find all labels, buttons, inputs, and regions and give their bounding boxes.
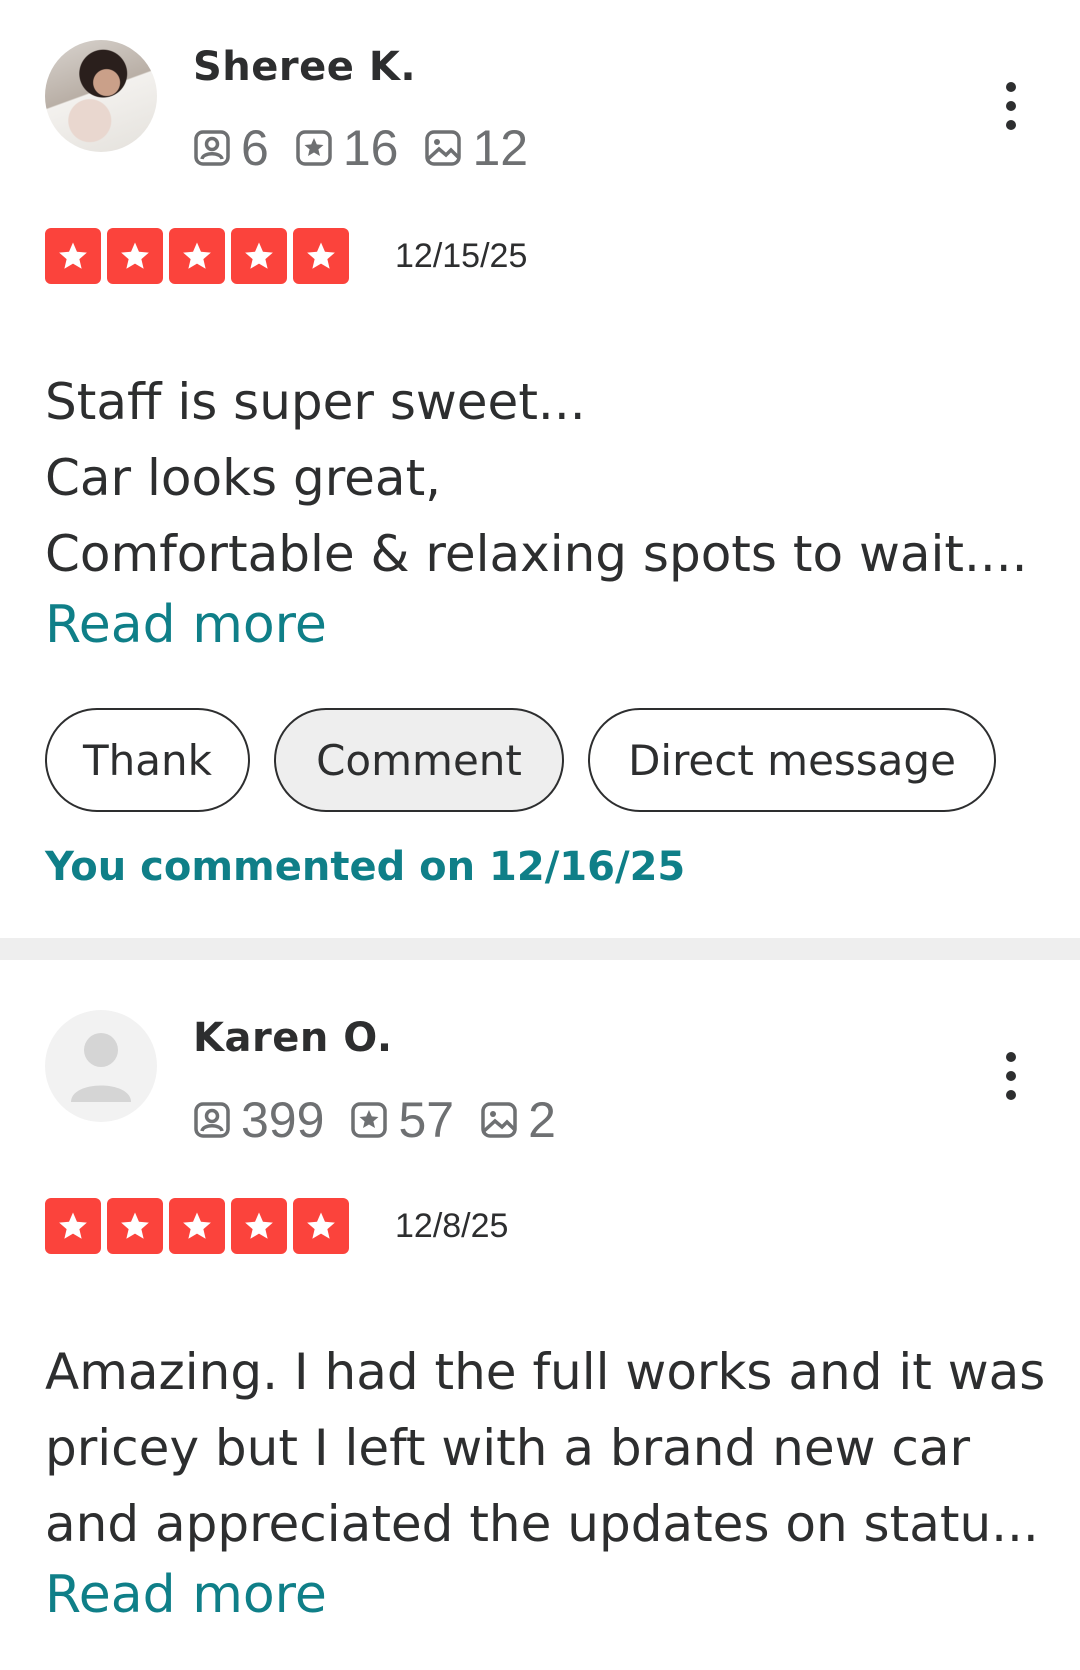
star-icon (293, 228, 349, 284)
photos-count: 2 (528, 1092, 556, 1148)
reviews-count: 16 (342, 120, 399, 176)
star-icon (231, 228, 287, 284)
friends-stat: 6 (193, 119, 269, 177)
reviewer-avatar[interactable] (45, 40, 157, 152)
star-icon (45, 228, 101, 284)
more-options-icon[interactable] (996, 1046, 1026, 1106)
friends-icon (194, 1102, 230, 1138)
review-date: 12/8/25 (395, 1207, 509, 1245)
photos-count: 12 (472, 120, 529, 176)
friends-stat: 399 (193, 1091, 324, 1149)
commented-note[interactable]: You commented on 12/16/25 (45, 844, 685, 890)
star-icon (107, 228, 163, 284)
reviews-icon (351, 1102, 388, 1138)
review-text-line: Comfortable & relaxing spots to wait.... (45, 525, 1028, 583)
friends-count: 399 (241, 1092, 325, 1148)
review-text[interactable]: Amazing. I had the full works and it was… (45, 1334, 1046, 1562)
review-date: 12/15/25 (395, 237, 528, 275)
star-icon (293, 1198, 349, 1254)
reviewer-avatar[interactable] (45, 1010, 157, 1122)
review-text-line: Car looks great, (45, 449, 442, 507)
read-more-link[interactable]: Read more (45, 595, 327, 655)
star-icon (231, 1198, 287, 1254)
photos-stat: 2 (480, 1091, 556, 1149)
star-icon (45, 1198, 101, 1254)
thank-button[interactable]: Thank (45, 708, 250, 812)
reviews-count: 57 (398, 1092, 455, 1148)
review-text-line: Amazing. I had the full works and it was (45, 1343, 1046, 1401)
friends-count: 6 (241, 120, 269, 176)
comment-button[interactable]: Comment (274, 708, 564, 812)
photos-icon (481, 1102, 517, 1138)
reviews-icon (296, 130, 332, 166)
reviews-stat: 16 (295, 119, 399, 177)
photos-icon (425, 130, 462, 166)
star-icon (169, 1198, 225, 1254)
star-icon (169, 228, 225, 284)
photos-stat: 12 (424, 119, 528, 177)
review-text-line: Staff is super sweet... (45, 373, 586, 431)
star-rating (45, 1198, 355, 1254)
review-actions: Thank Comment Direct message (45, 708, 1020, 812)
reviewer-name[interactable]: Karen O. (193, 1015, 393, 1061)
reviewer-stats: 6 16 12 (193, 118, 554, 178)
read-more-link[interactable]: Read more (45, 1565, 327, 1625)
review-text-line: and appreciated the updates on statu... (45, 1495, 1039, 1553)
reviews-stat: 57 (350, 1091, 454, 1149)
friends-icon (194, 130, 230, 166)
review-text-line: pricey but I left with a brand new car (45, 1419, 971, 1477)
direct-message-button[interactable]: Direct message (588, 708, 996, 812)
star-icon (107, 1198, 163, 1254)
reviewer-name[interactable]: Sheree K. (193, 44, 416, 90)
section-divider (0, 938, 1080, 960)
reviewer-stats: 399 57 2 (193, 1090, 582, 1150)
more-options-icon[interactable] (996, 76, 1026, 136)
star-rating (45, 228, 355, 284)
review-text[interactable]: Staff is super sweet... Car looks great,… (45, 364, 1035, 592)
user-placeholder-icon (71, 1033, 131, 1102)
